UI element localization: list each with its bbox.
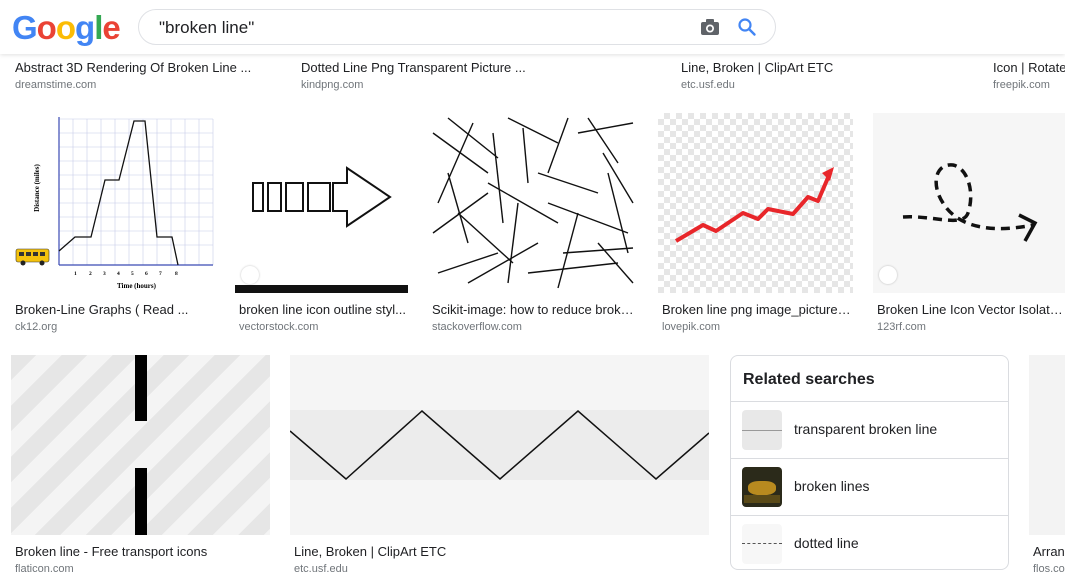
graph-tick: 2 [89,271,92,277]
result-source: 123rf.com [877,321,926,333]
camera-icon[interactable] [700,18,720,36]
result-image-zigzag[interactable] [290,355,709,535]
related-item-label: broken lines [794,478,870,494]
result-title[interactable]: Icon | Rotated [993,60,1065,75]
red-broken-line-image [674,167,834,243]
logo-letter: e [102,9,120,46]
related-item-transparent-broken-line[interactable]: transparent broken line [731,401,1008,458]
graph-xlabel: Time (hours) [117,282,157,290]
result-source: freepik.com [993,79,1050,91]
logo-letter: o [55,9,76,46]
result-source: kindpng.com [301,79,364,91]
graph-tick: 3 [103,271,106,277]
graph-tick: 1 [74,271,77,277]
broken-arrow-image [235,166,408,293]
result-source: etc.usf.edu [681,79,735,91]
related-thumb [742,467,782,507]
result-source: flaticon.com [15,563,74,575]
result-title[interactable]: Broken line - Free transport icons [15,544,270,559]
zigzag-line-image [290,409,709,480]
dashed-loop-arrow-image [902,163,1038,242]
result-image-arrow[interactable] [235,113,408,293]
logo-letter: G [12,9,38,46]
related-item-label: dotted line [794,535,859,551]
broken-line-graph-image: Distance (miles) 1 2 3 4 5 6 7 8 Time (h… [15,117,214,290]
result-title[interactable]: Broken line png image_picture fr... [662,302,852,317]
result-title[interactable]: Line, Broken | ClipArt ETC [294,544,704,559]
result-image-graph[interactable]: Distance (miles) 1 2 3 4 5 6 7 8 Time (h… [11,113,215,293]
dash-segment [135,468,147,535]
result-source: etc.usf.edu [294,563,348,575]
related-item-label: transparent broken line [794,421,938,437]
dash-segment [135,355,147,421]
logo-letter: g [75,9,95,46]
school-bus-icon [15,248,50,266]
related-item-dotted-line[interactable]: dotted line [731,515,1008,569]
search-box[interactable]: "broken line" [138,9,776,45]
result-source: flos.co [1033,563,1065,575]
result-image-lines[interactable] [428,113,638,293]
result-source: dreamstime.com [15,79,97,91]
result-source: vectorstock.com [239,321,319,333]
result-image-redline[interactable] [658,113,853,293]
related-thumb [742,410,782,450]
search-icon[interactable] [737,17,757,37]
result-source: ck12.org [15,321,58,333]
result-title[interactable]: Arrang [1033,544,1065,559]
graph-tick: 4 [117,271,120,277]
related-item-broken-lines[interactable]: broken lines [731,458,1008,515]
result-image-vertical-dashed[interactable] [11,355,270,535]
related-thumb [742,524,782,564]
related-searches-title: Related searches [743,371,875,388]
tag-icon [879,266,897,284]
graph-tick: 5 [131,271,134,277]
header-bar: Google "broken line" [0,0,1065,54]
logo-letter: o [36,9,57,46]
result-title[interactable]: Scikit-image: how to reduce broken... [432,302,637,317]
result-image-dashed-icon[interactable] [873,113,1065,293]
result-title[interactable]: broken line icon outline styl... [239,302,409,317]
result-title[interactable]: Broken Line Icon Vector Isolated... [877,302,1065,317]
result-title[interactable]: Line, Broken | ClipArt ETC [681,60,981,75]
graph-tick: 8 [175,271,178,277]
graph-tick: 7 [159,271,162,277]
logo-letter: l [94,9,103,46]
search-input[interactable]: "broken line" [159,18,254,38]
graph-tick: 6 [145,271,148,277]
related-searches-panel: Related searches transparent broken line… [730,355,1009,570]
scattered-lines-image [432,117,634,289]
result-title[interactable]: Broken-Line Graphs ( Read ... [15,302,215,317]
tag-icon [241,266,259,284]
result-title[interactable]: Abstract 3D Rendering Of Broken Line ... [15,60,285,75]
result-source: stackoverflow.com [432,321,522,333]
result-source: lovepik.com [662,321,721,333]
graph-ylabel: Distance (miles) [33,164,41,212]
google-logo[interactable]: Google [12,9,121,47]
result-title[interactable]: Dotted Line Png Transparent Picture ... [301,60,661,75]
result-image-partial[interactable] [1029,355,1065,535]
